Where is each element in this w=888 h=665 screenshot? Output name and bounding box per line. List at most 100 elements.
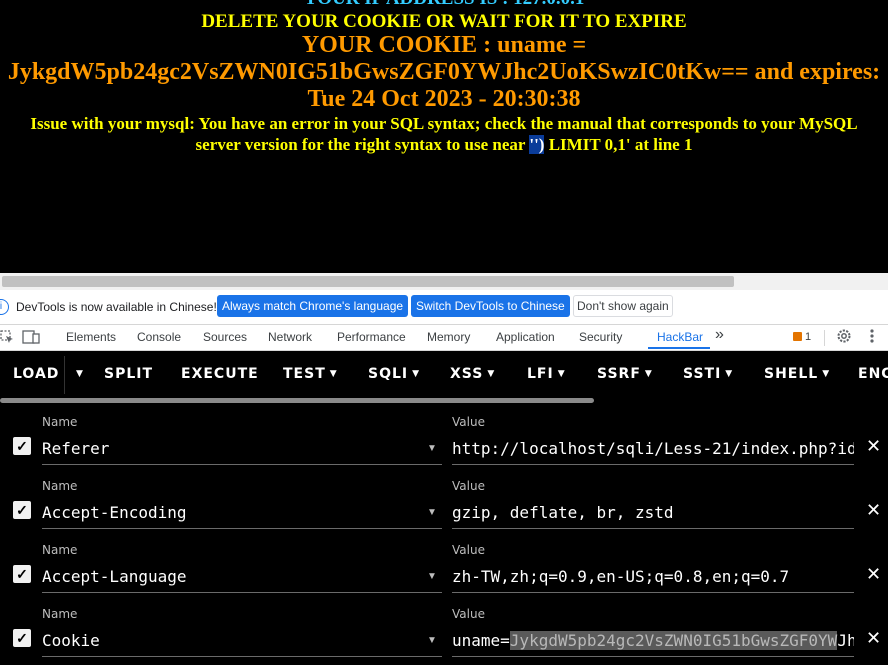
header-row: ✓ Name Accept-Language ▼ Value zh-TW,zh;… [0,531,888,595]
delete-cookie-line: DELETE YOUR COOKIE OR WAIT FOR IT TO EXP… [201,11,687,32]
dont-show-again-button[interactable]: Don't show again [573,295,673,317]
sqli-menu-label: SQLI [368,366,409,382]
header-value-input[interactable]: http://localhost/sqli/Less-21/index.php?… [452,439,854,458]
encoding-menu[interactable]: ENC [858,366,888,382]
field-underline [452,464,854,465]
sqli-menu[interactable]: SQLI ▼ [368,366,420,382]
value-label: Value [452,607,485,621]
ip-address-line: YOUR IP ADDRESS IS : 127.0.0.1 [0,0,888,10]
caret-down-icon: ▼ [725,369,734,379]
active-tab-indicator [648,347,710,349]
infobar-message: DevTools is now available in Chinese! [16,300,217,314]
field-underline [42,528,442,529]
test-menu[interactable]: TEST ▼ [283,366,338,382]
devtools-language-infobar: i DevTools is now available in Chinese! … [0,290,888,325]
xss-menu[interactable]: XSS ▼ [450,366,495,382]
toolbar-divider [64,356,65,394]
tab-application[interactable]: Application [496,330,555,344]
load-dropdown-toggle[interactable]: ▼ [72,366,84,382]
more-tabs-icon[interactable]: » [715,326,724,344]
sql-error-text-post: LIMIT 0,1' at line 1 [544,135,693,154]
checkbox-checked-icon[interactable]: ✓ [13,501,31,519]
issues-flag-icon [793,332,802,341]
value-label: Value [452,543,485,557]
page-viewport: YOUR IP ADDRESS IS : 127.0.0.1 DELETE YO… [0,0,888,273]
tab-memory[interactable]: Memory [427,330,470,344]
name-label: Name [42,543,78,557]
devtools-tabbar: Elements Console Sources Network Perform… [0,325,888,351]
shell-menu-label: SHELL [764,366,819,382]
caret-down-icon[interactable]: ▼ [427,571,437,582]
execute-button[interactable]: EXECUTE [181,366,259,382]
field-underline [42,592,442,593]
name-label: Name [42,607,78,621]
name-label: Name [42,415,78,429]
hackbar-toolbar: LOAD ▼ SPLIT EXECUTE TEST ▼ SQLI ▼ XSS ▼ LF… [0,351,888,399]
cookie-value-selected: JykgdW5pb24gc2VsZWN0IG51bGwsZGF0YW [509,631,838,650]
settings-gear-icon[interactable] [836,328,852,347]
toolbar-divider [824,330,825,346]
caret-down-icon: ▼ [822,369,831,379]
scrollbar-thumb[interactable] [2,276,734,287]
header-name-select[interactable]: Accept-Language [42,567,187,586]
device-toolbar-icon[interactable] [22,330,40,347]
close-icon[interactable]: ✕ [866,564,881,585]
tab-security[interactable]: Security [579,330,622,344]
caret-down-icon: ▼ [76,369,84,379]
field-underline [42,656,442,657]
close-icon[interactable]: ✕ [866,436,881,457]
split-button[interactable]: SPLIT [104,366,153,382]
xss-menu-label: XSS [450,366,484,382]
lfi-menu[interactable]: LFI ▼ [527,366,566,382]
tab-network[interactable]: Network [268,330,312,344]
header-list: ✓ Name Referer ▼ Value http://localhost/… [0,403,888,665]
checkbox-checked-icon[interactable]: ✓ [13,629,31,647]
sql-error-text-pre: server version for the right syntax to u… [195,135,530,154]
close-icon[interactable]: ✕ [866,628,881,649]
cookie-line-1: YOUR COOKIE : uname = [301,32,587,58]
header-value-input[interactable]: zh-TW,zh;q=0.9,en-US;q=0.8,en;q=0.7 [452,567,854,586]
lfi-menu-label: LFI [527,366,554,382]
always-match-language-button[interactable]: Always match Chrome's language [217,295,409,317]
ssrf-menu-label: SSRF [597,366,641,382]
load-button[interactable]: LOAD [13,366,59,382]
checkbox-checked-icon[interactable]: ✓ [13,437,31,455]
shell-menu[interactable]: SHELL ▼ [764,366,830,382]
header-name-select[interactable]: Cookie [42,631,100,650]
inspect-icon[interactable] [0,330,14,347]
switch-to-chinese-button[interactable]: Switch DevTools to Chinese [411,295,570,317]
caret-down-icon[interactable]: ▼ [427,635,437,646]
tab-console[interactable]: Console [137,330,181,344]
tab-hackbar[interactable]: HackBar [657,330,703,344]
issues-badge[interactable]: 1 [793,331,811,343]
test-menu-label: TEST [283,366,326,382]
field-underline [452,592,854,593]
value-label: Value [452,415,485,429]
header-value-input[interactable]: uname=JykgdW5pb24gc2VsZWN0IG51bGwsZGF0YW… [452,631,854,650]
close-icon[interactable]: ✕ [866,500,881,521]
header-row: ✓ Name Cookie ▼ Value uname=JykgdW5pb24g… [0,595,888,659]
ssti-menu[interactable]: SSTI ▼ [683,366,733,382]
header-name-select[interactable]: Accept-Encoding [42,503,187,522]
page-horizontal-scrollbar[interactable] [0,273,888,290]
cookie-value-prefix: uname= [452,631,510,650]
header-value-input[interactable]: gzip, deflate, br, zstd [452,503,854,522]
value-label: Value [452,479,485,493]
checkbox-checked-icon[interactable]: ✓ [13,565,31,583]
caret-down-icon[interactable]: ▼ [427,507,437,518]
header-name-select[interactable]: Referer [42,439,109,458]
sql-error-line-1: Issue with your mysql: You have an error… [30,114,858,133]
ssti-menu-label: SSTI [683,366,722,382]
more-vert-icon[interactable] [866,328,878,347]
caret-down-icon: ▼ [329,369,338,379]
caret-down-icon[interactable]: ▼ [427,443,437,454]
issues-count: 1 [805,331,812,343]
ssrf-menu[interactable]: SSRF ▼ [597,366,653,382]
caret-down-icon: ▼ [487,369,496,379]
selected-text[interactable]: '') [529,135,545,154]
cookie-value-rest: JhYmFzZSgpLDMgLS0r [837,631,854,650]
tab-elements[interactable]: Elements [66,330,116,344]
tab-sources[interactable]: Sources [203,330,247,344]
field-underline [452,656,854,657]
tab-performance[interactable]: Performance [337,330,406,344]
